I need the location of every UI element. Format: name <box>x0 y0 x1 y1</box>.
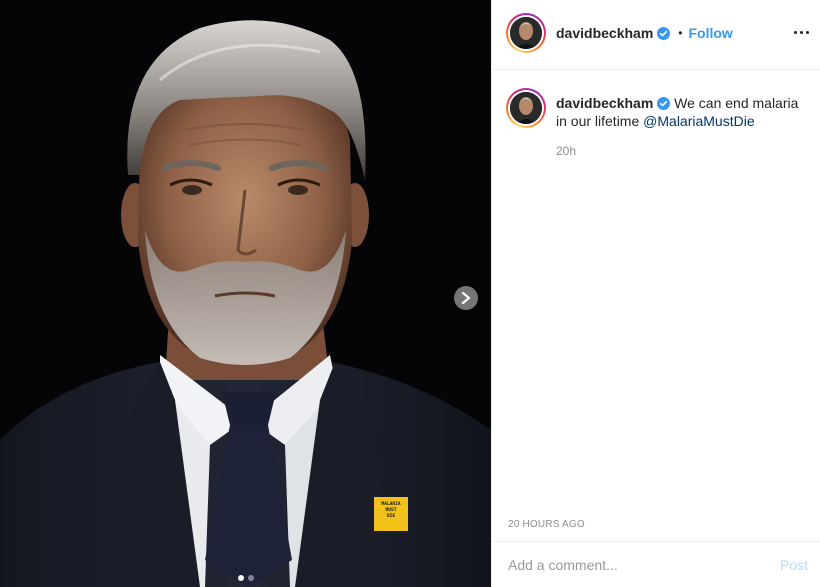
next-slide-button[interactable] <box>454 286 478 310</box>
separator: • <box>678 26 683 40</box>
carousel-dot <box>247 575 254 581</box>
portrait-photo <box>0 20 491 587</box>
pin-text: MALARIA MUST DIE <box>381 502 401 519</box>
verified-badge-icon <box>657 97 671 110</box>
post-caption: davidbeckham We can end malaria in our l… <box>556 94 806 130</box>
follow-button[interactable]: Follow <box>688 25 732 41</box>
chevron-right-icon <box>461 292 471 304</box>
header-user: davidbeckham • Follow <box>556 25 733 41</box>
avatar[interactable] <box>506 13 546 53</box>
post-comment-button[interactable]: Post <box>780 557 808 573</box>
post-side-panel: davidbeckham • Follow davidbeckham We ca… <box>491 0 820 587</box>
username[interactable]: davidbeckham <box>556 25 653 41</box>
caption-avatar[interactable] <box>506 88 546 128</box>
caption-timestamp[interactable]: 20h <box>556 144 576 158</box>
carousel-indicator <box>0 575 491 581</box>
avatar-image <box>510 17 542 49</box>
more-options-icon[interactable] <box>794 31 809 34</box>
verified-badge-icon <box>657 26 671 40</box>
caption-username[interactable]: davidbeckham <box>556 95 653 111</box>
carousel-dot-active <box>237 575 244 581</box>
post-timestamp[interactable]: 20 HOURS AGO <box>508 519 585 530</box>
comment-input[interactable] <box>508 556 780 573</box>
instagram-post: MALARIA MUST DIE davidbeckham • Follow d… <box>0 0 820 587</box>
avatar-image <box>510 92 542 124</box>
post-header: davidbeckham • Follow <box>492 0 820 70</box>
caption-mention[interactable]: @MalariaMustDie <box>643 113 754 129</box>
post-media[interactable]: MALARIA MUST DIE <box>0 0 491 587</box>
comment-bar: Post <box>492 541 820 587</box>
